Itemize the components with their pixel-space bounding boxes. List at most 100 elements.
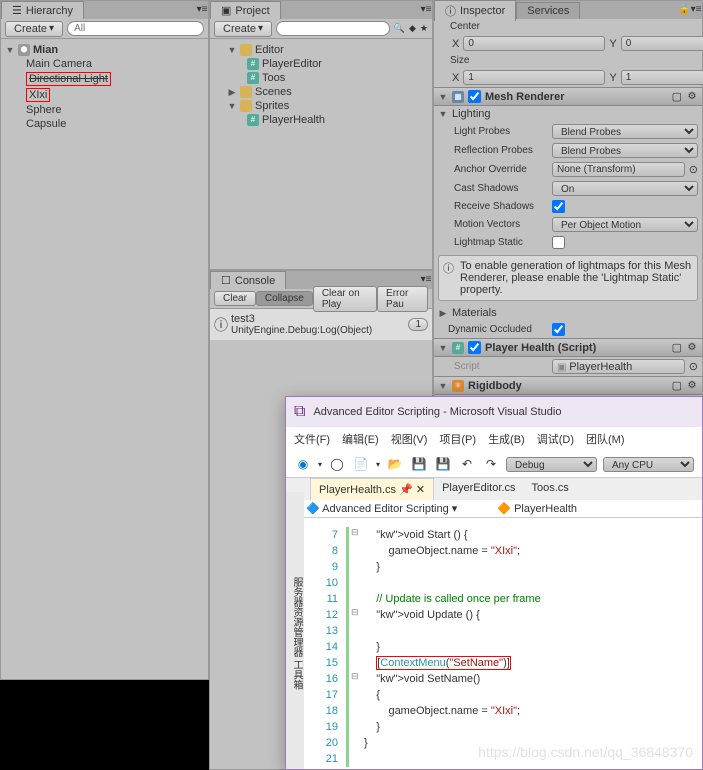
folder-editor[interactable]: ▼Editor	[212, 43, 430, 57]
folder-sprites[interactable]: ▼Sprites	[212, 99, 430, 113]
forward-button[interactable]: ◯	[328, 455, 346, 473]
help-icon[interactable]: ▢	[672, 379, 682, 392]
csharp-icon: #	[247, 72, 259, 84]
menu-edit[interactable]: 编辑(E)	[342, 431, 379, 447]
file-item[interactable]: #PlayerEditor	[212, 57, 430, 71]
file-item[interactable]: #Toos	[212, 71, 430, 85]
rigidbody-header[interactable]: ▼⚛Rigidbody▢⚙	[434, 376, 702, 395]
light-probes-dropdown[interactable]: Blend Probes	[552, 124, 698, 139]
gear-icon[interactable]: ⚙	[686, 91, 698, 103]
help-icon[interactable]: ▢	[672, 341, 682, 354]
center-x-field[interactable]	[463, 36, 605, 51]
code-editor[interactable]: 7 "kw">void Start () {8 gameObject.name …	[304, 527, 702, 769]
nav-project-dropdown[interactable]: 🔷 Advanced Editor Scripting ▾	[306, 502, 457, 515]
script-field[interactable]: ▣ PlayerHealth	[552, 359, 685, 374]
menu-view[interactable]: 视图(V)	[391, 431, 428, 447]
center-y-field[interactable]	[621, 36, 703, 51]
console-message[interactable]: ⓘ test3UnityEngine.Debug:Log(Object) 1	[210, 309, 432, 340]
script-icon: #	[452, 342, 464, 354]
hierarchy-item[interactable]: Directional Light	[3, 71, 206, 87]
console-tab[interactable]: ☐ Console	[210, 271, 286, 289]
vs-titlebar[interactable]: ⧉Advanced Editor Scripting - Microsoft V…	[286, 397, 702, 427]
size-x-field[interactable]	[463, 70, 605, 85]
console-errorpause-button[interactable]: Error Pau	[377, 286, 428, 312]
scene-root[interactable]: ▼⬢Mian	[3, 43, 206, 57]
services-tab[interactable]: Services	[516, 2, 580, 19]
lock-icon[interactable]: 🔒	[678, 4, 690, 16]
mesh-renderer-enabled[interactable]	[468, 90, 481, 103]
game-view-black	[0, 680, 209, 770]
project-create-button[interactable]: Create ▾	[214, 21, 272, 37]
folder-icon	[240, 86, 252, 98]
back-button[interactable]: ◉	[294, 455, 312, 473]
console-collapse-button[interactable]: Collapse	[256, 291, 313, 306]
menu-build[interactable]: 生成(B)	[488, 431, 525, 447]
folder-icon	[240, 44, 252, 56]
mesh-renderer-header[interactable]: ▼▦Mesh Renderer▢⚙	[434, 87, 702, 106]
foldout-icon[interactable]: ▼	[227, 45, 237, 55]
menu-project[interactable]: 项目(P)	[439, 431, 476, 447]
inspector-tab[interactable]: ⓘ Inspector	[434, 0, 516, 21]
menu-file[interactable]: 文件(F)	[294, 431, 330, 447]
foldout-icon[interactable]: ▼	[5, 45, 15, 55]
platform-dropdown[interactable]: Any CPU	[603, 457, 694, 472]
panel-menu-icon[interactable]: ▾≡	[690, 4, 702, 16]
materials-label[interactable]: Materials	[452, 307, 497, 319]
foldout-icon[interactable]: ▼	[227, 101, 237, 111]
dynamic-occluded-checkbox[interactable]	[552, 323, 565, 336]
save-all-button[interactable]: 💾	[434, 455, 452, 473]
panel-menu-icon[interactable]: ▾≡	[420, 4, 432, 16]
object-picker-icon[interactable]: ⊙	[689, 163, 698, 176]
hierarchy-item[interactable]: Main Camera	[3, 57, 206, 71]
project-panel: ▣ Project▾≡ Create ▾ 🔍◆★ ▼Editor #Player…	[209, 0, 433, 270]
object-picker-icon[interactable]: ⊙	[689, 360, 698, 373]
undo-button[interactable]: ↶	[458, 455, 476, 473]
folder-scenes[interactable]: ▶Scenes	[212, 85, 430, 99]
save-button[interactable]: 💾	[410, 455, 428, 473]
hierarchy-tab[interactable]: ☰ Hierarchy	[1, 1, 84, 19]
lightmap-static-checkbox[interactable]	[552, 236, 565, 249]
menu-team[interactable]: 团队(M)	[586, 431, 625, 447]
center-label: Center	[438, 21, 488, 32]
project-search-input[interactable]	[276, 21, 390, 36]
file-tab-active[interactable]: PlayerHealth.cs 📌 ✕	[310, 478, 434, 500]
hierarchy-search-input[interactable]	[67, 21, 204, 36]
console-clearplay-button[interactable]: Clear on Play	[313, 286, 377, 312]
player-health-header[interactable]: ▼#Player Health (Script)▢⚙	[434, 338, 702, 357]
nav-class-dropdown[interactable]: 🔶 PlayerHealth	[497, 502, 577, 515]
panel-menu-icon[interactable]: ▾≡	[196, 4, 208, 16]
foldout-icon[interactable]: ▶	[227, 87, 237, 98]
gear-icon[interactable]: ⚙	[686, 380, 698, 392]
csharp-icon: #	[247, 58, 259, 70]
redo-button[interactable]: ↷	[482, 455, 500, 473]
gear-icon[interactable]: ⚙	[686, 342, 698, 354]
project-tab[interactable]: ▣ Project	[210, 1, 281, 19]
file-item[interactable]: #PlayerHealth	[212, 113, 430, 127]
vs-sidebar-tabs[interactable]: 服务器资源管理器 工具箱	[286, 492, 304, 769]
info-icon: ⓘ	[443, 260, 454, 296]
console-clear-button[interactable]: Clear	[214, 291, 256, 306]
motion-vectors-dropdown[interactable]: Per Object Motion	[552, 217, 698, 232]
reflection-probes-dropdown[interactable]: Blend Probes	[552, 143, 698, 158]
file-tab[interactable]: Toos.cs	[523, 478, 576, 500]
cast-shadows-dropdown[interactable]: On	[552, 181, 698, 196]
hierarchy-item-selected[interactable]: XIxi	[3, 87, 206, 103]
size-y-field[interactable]	[621, 70, 703, 85]
hierarchy-item[interactable]: Sphere	[3, 103, 206, 117]
help-icon[interactable]: ▢	[672, 90, 682, 103]
open-button[interactable]: 📂	[386, 455, 404, 473]
visual-studio-window: ⧉Advanced Editor Scripting - Microsoft V…	[285, 396, 703, 770]
file-tab[interactable]: PlayerEditor.cs	[434, 478, 523, 500]
config-dropdown[interactable]: Debug	[506, 457, 597, 472]
menu-debug[interactable]: 调试(D)	[537, 431, 574, 447]
player-health-enabled[interactable]	[468, 341, 481, 354]
hierarchy-tree: ▼⬢Mian Main Camera Directional Light XIx…	[1, 39, 208, 135]
new-file-button[interactable]: 📄	[352, 455, 370, 473]
panel-menu-icon[interactable]: ▾≡	[420, 274, 432, 286]
anchor-override-field[interactable]: None (Transform)	[552, 162, 685, 177]
lighting-label: Lighting	[452, 108, 491, 120]
hierarchy-item[interactable]: Capsule	[3, 117, 206, 131]
watermark: https://blog.csdn.net/qq_36848370	[478, 744, 693, 760]
receive-shadows-checkbox[interactable]	[552, 200, 565, 213]
hierarchy-create-button[interactable]: Create ▾	[5, 21, 63, 37]
